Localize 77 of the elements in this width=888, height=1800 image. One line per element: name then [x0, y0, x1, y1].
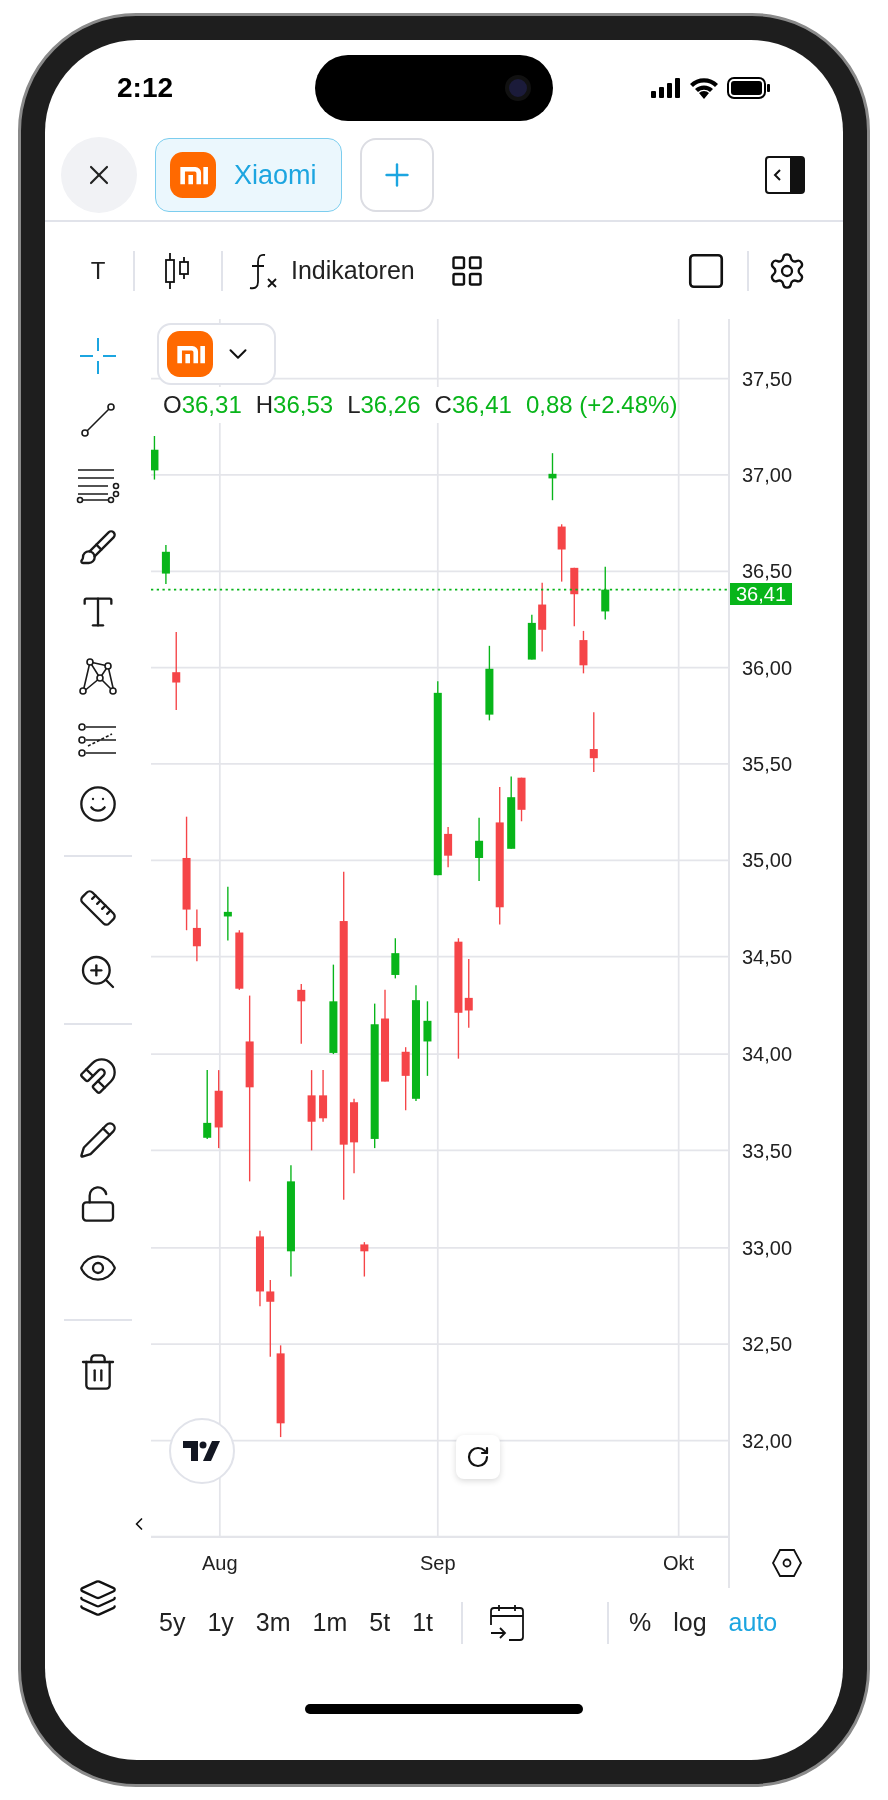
symbol-selector[interactable]: [157, 323, 276, 385]
candle: [444, 826, 453, 868]
ruler-icon: [78, 888, 118, 928]
forecast-icon: [78, 720, 118, 760]
xiaomi-logo-icon: [170, 152, 216, 198]
range-button[interactable]: 1m: [312, 1604, 348, 1642]
smiley-icon: [78, 784, 118, 824]
signal-icon: [651, 78, 681, 98]
pencil-icon: [78, 1120, 118, 1160]
candle: [203, 1069, 212, 1140]
candle: [527, 614, 536, 661]
candle: [391, 937, 400, 980]
price-label: 34,50: [742, 946, 793, 967]
crosshair-icon: [78, 336, 118, 376]
candle: [570, 567, 579, 628]
status-time: 2:12: [117, 71, 175, 105]
camera-icon: [505, 75, 531, 101]
battery-icon: [727, 77, 771, 99]
xiaomi-logo-icon: [167, 331, 213, 377]
range-button[interactable]: 3m: [255, 1604, 291, 1642]
range-button[interactable]: 5t: [369, 1604, 391, 1642]
reset-button[interactable]: [456, 1435, 500, 1479]
candle: [579, 630, 588, 675]
hexagon-icon: [770, 1548, 803, 1578]
scale-settings-button[interactable]: [770, 1548, 803, 1578]
candle: [151, 435, 159, 481]
legend-value: 0,88 (+2.48%): [525, 390, 678, 420]
last-price-badge: 36,41: [730, 582, 793, 605]
candle: [223, 885, 232, 942]
price-label: 35,00: [742, 850, 793, 871]
price-label: 35,50: [742, 754, 793, 775]
legend-value: O36,31: [163, 390, 242, 420]
time-label: Aug: [202, 1551, 238, 1576]
function-icon: [247, 251, 279, 290]
range-button[interactable]: 5y: [159, 1604, 186, 1642]
price-label: 32,50: [742, 1334, 793, 1355]
scale-option-button[interactable]: log: [673, 1604, 707, 1642]
candle: [548, 452, 557, 501]
tradingview-logo-icon: [183, 1441, 221, 1461]
interval-button[interactable]: T: [63, 252, 133, 289]
price-label: 37,00: [742, 465, 793, 485]
legend-value: H36,53: [255, 390, 334, 420]
price-label: 33,50: [742, 1140, 793, 1161]
candle: [557, 523, 566, 583]
price-label: 36,00: [742, 657, 793, 678]
indicators-button[interactable]: Indikatoren: [223, 251, 439, 290]
reset-icon: [466, 1445, 490, 1469]
price-label: 37,50: [742, 368, 793, 389]
pattern-icon: [78, 656, 118, 696]
legend-value: L36,26: [347, 390, 421, 420]
calendar-icon: [489, 1603, 525, 1643]
panel-icon: [765, 156, 805, 194]
candle: [161, 544, 170, 585]
layers-button[interactable]: [78, 1578, 118, 1618]
wifi-icon: [689, 77, 719, 99]
time-label: Okt: [663, 1551, 695, 1576]
candle: [235, 929, 244, 991]
candle: [319, 1069, 328, 1123]
range-button[interactable]: 1y: [207, 1604, 234, 1642]
candle: [589, 711, 598, 773]
candle: [601, 566, 610, 621]
time-label: Sep: [419, 1551, 456, 1576]
range-button[interactable]: 1t: [412, 1604, 433, 1642]
price-label: 32,00: [742, 1430, 793, 1451]
scale-option-button[interactable]: %: [629, 1604, 652, 1642]
panel-toggle-button[interactable]: [765, 155, 807, 195]
layers-icon: [78, 1578, 118, 1618]
price-label: 34,00: [742, 1044, 793, 1065]
price-label: 36,50: [742, 561, 793, 582]
legend-value: C36,41: [434, 390, 512, 420]
candle: [538, 582, 547, 653]
candle: [360, 1241, 369, 1278]
price-label: 33,00: [742, 1238, 793, 1259]
candle: [297, 983, 306, 1045]
magnet-icon: [78, 1056, 118, 1096]
trend-line-icon: [78, 400, 118, 440]
candle: [475, 817, 484, 882]
